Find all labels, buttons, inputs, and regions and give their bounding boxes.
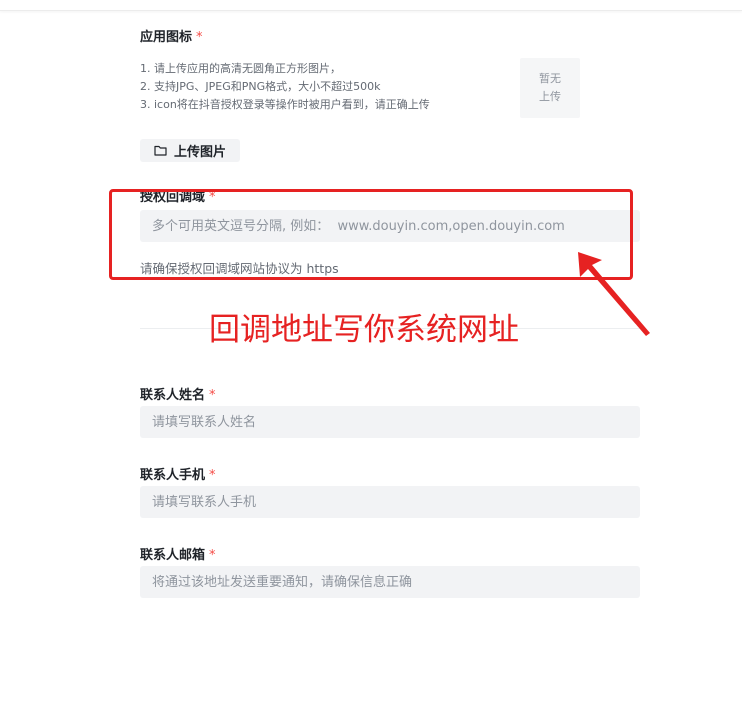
folder-icon: [154, 145, 167, 156]
contact-name-input[interactable]: [140, 406, 640, 438]
contact-phone-label: 联系人手机 *: [140, 464, 216, 483]
contact-email-label: 联系人邮箱 *: [140, 544, 216, 563]
contact-name-label-text: 联系人姓名: [140, 388, 206, 403]
upload-image-button[interactable]: 上传图片: [140, 139, 240, 162]
hint-line: 1. 请上传应用的高清无圆角正方形图片，: [140, 62, 341, 75]
contact-email-input[interactable]: [140, 566, 640, 598]
app-icon-hints: 1. 请上传应用的高清无圆角正方形图片， 2. 支持JPG、JPEG和PNG格式…: [140, 60, 430, 114]
icon-preview: 暂无 上传: [520, 58, 580, 118]
hint-line: 3. icon将在抖音授权登录等操作时被用户看到，请正确上传: [140, 98, 430, 111]
required-mark: *: [209, 388, 216, 403]
contact-phone-input[interactable]: [140, 486, 640, 518]
hint-line: 2. 支持JPG、JPEG和PNG格式，大小不超过500k: [140, 80, 381, 93]
required-mark: *: [196, 30, 203, 45]
preview-text-2: 上传: [539, 90, 561, 103]
preview-text-1: 暂无: [539, 72, 561, 85]
app-icon-label: 应用图标 *: [140, 26, 203, 45]
contact-email-label-text: 联系人邮箱: [140, 548, 206, 563]
annotation-arrow-icon: [578, 252, 650, 336]
required-mark: *: [209, 468, 216, 483]
required-mark: *: [209, 548, 216, 563]
upload-image-label: 上传图片: [173, 145, 226, 160]
contact-phone-label-text: 联系人手机: [140, 468, 206, 483]
top-divider: [0, 0, 742, 11]
annotation-text: 回调地址写你系统网址: [209, 312, 519, 348]
app-icon-label-text: 应用图标: [140, 30, 193, 45]
contact-name-label: 联系人姓名 *: [140, 384, 216, 403]
annotation-highlight-box: [109, 189, 633, 280]
